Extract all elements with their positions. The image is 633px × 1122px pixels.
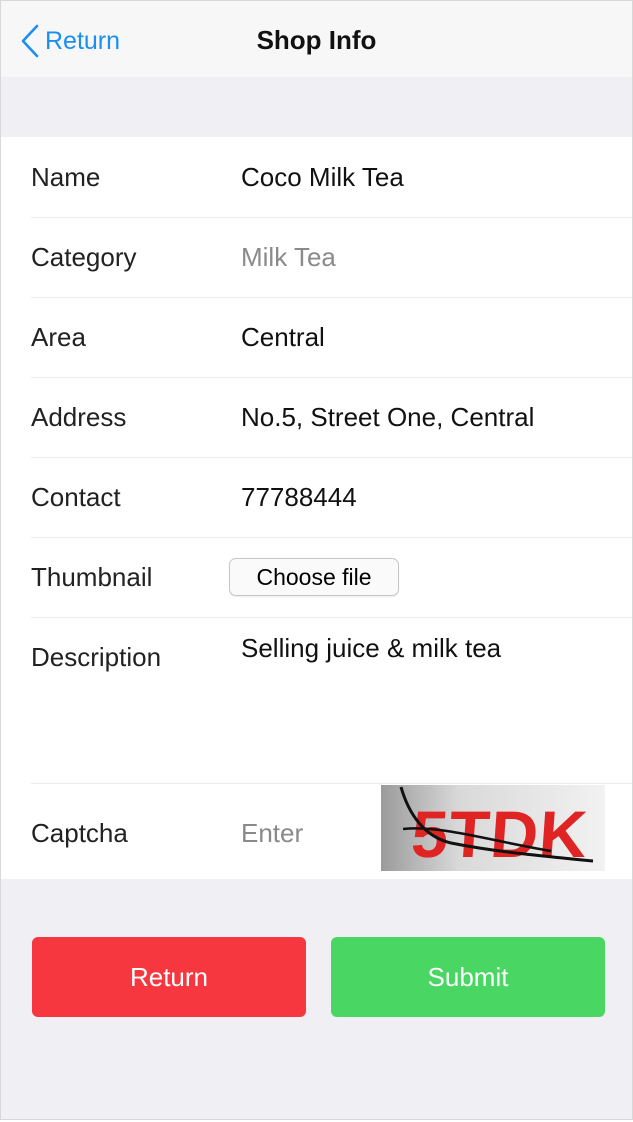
category-select[interactable]: Milk Tea: [241, 217, 336, 297]
description-label: Description: [31, 642, 162, 672]
captcha-input[interactable]: Enter: [241, 783, 303, 883]
captcha-label: Captcha: [31, 818, 128, 848]
address-label: Address: [31, 402, 127, 432]
name-row: Name Coco Milk Tea: [31, 137, 632, 218]
area-field[interactable]: Central: [241, 297, 325, 377]
return-button[interactable]: Return: [32, 937, 306, 1017]
name-label: Name: [31, 162, 101, 192]
captcha-text: 5TDK: [409, 798, 591, 871]
choose-file-button[interactable]: Choose file: [229, 558, 399, 596]
name-field[interactable]: Coco Milk Tea: [241, 137, 404, 217]
contact-row: Contact 77788444: [31, 457, 632, 538]
description-row: Description Selling juice & milk tea: [31, 617, 632, 784]
page-title: Shop Info: [256, 25, 377, 55]
area-row: Area Central: [31, 297, 632, 378]
captcha-image[interactable]: 5TDK: [381, 785, 605, 871]
area-label: Area: [31, 322, 86, 352]
contact-label: Contact: [31, 482, 121, 512]
description-textarea[interactable]: Selling juice & milk tea: [241, 627, 501, 669]
thumbnail-label: Thumbnail: [31, 562, 153, 592]
contact-field[interactable]: 77788444: [241, 457, 357, 537]
category-label: Category: [31, 242, 137, 272]
nav-bar: Return Shop Info: [1, 1, 632, 77]
category-row: Category Milk Tea: [31, 217, 632, 298]
captcha-row: Captcha Enter 5TDK: [31, 783, 632, 879]
shop-info-form: Name Coco Milk Tea Category Milk Tea Are…: [1, 137, 632, 879]
thumbnail-row: Thumbnail Choose file: [31, 537, 632, 618]
address-field[interactable]: No.5, Street One, Central: [241, 377, 534, 457]
app-frame: Return Shop Info Name Coco Milk Tea Cate…: [0, 0, 633, 1120]
address-row: Address No.5, Street One, Central: [31, 377, 632, 458]
submit-button[interactable]: Submit: [331, 937, 605, 1017]
